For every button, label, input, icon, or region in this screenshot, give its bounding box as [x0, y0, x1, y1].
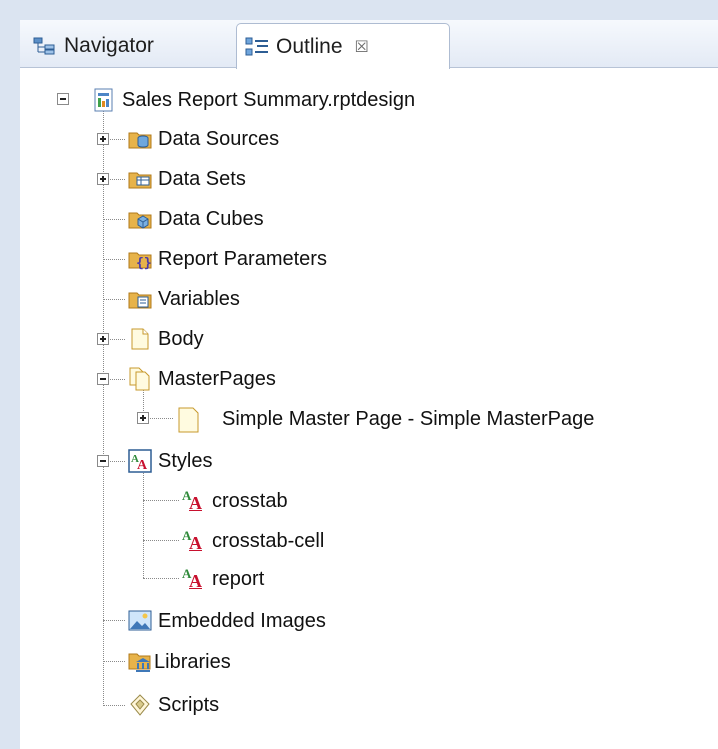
tree-item-label: crosstab-cell — [212, 529, 325, 552]
expand-toggle-body[interactable] — [97, 333, 109, 345]
variables-folder-icon — [128, 287, 152, 311]
body-icon — [128, 327, 152, 351]
tree-connector — [103, 105, 104, 706]
tree-item-style[interactable]: AA crosstab-cell — [182, 526, 324, 556]
tree-item-label: Simple Master Page - Simple MasterPage — [222, 407, 595, 430]
tree-item-label: Libraries — [154, 650, 231, 673]
tree-item-label: Report Parameters — [158, 247, 327, 270]
outline-tree: Sales Report Summary.rptdesign Data Sour… — [0, 0, 718, 749]
tree-connector — [103, 620, 125, 621]
data-sources-folder-icon — [128, 127, 152, 151]
collapse-toggle-styles[interactable] — [97, 455, 109, 467]
tree-item-variables[interactable]: Variables — [128, 284, 240, 314]
tree-item-label: Data Sources — [158, 127, 280, 150]
tree-connector — [103, 299, 125, 300]
tree-connector — [103, 705, 125, 706]
expand-toggle-simple-master-page[interactable] — [137, 412, 149, 424]
tree-item-label: Data Sets — [158, 167, 246, 190]
tree-item-data-sources[interactable]: Data Sources — [128, 124, 279, 154]
tree-item-label: report — [212, 567, 265, 590]
style-icon: AA — [182, 488, 202, 513]
tree-item-label: Sales Report Summary.rptdesign — [122, 88, 416, 111]
tree-item-data-sets[interactable]: Data Sets — [128, 164, 246, 194]
tree-item-styles[interactable]: A A Styles — [128, 446, 212, 476]
tree-connector — [143, 500, 179, 501]
tree-item-report-parameters[interactable]: {} Report Parameters — [128, 244, 327, 274]
svg-text:{}: {} — [136, 256, 152, 271]
tree-item-label: Styles — [158, 449, 213, 472]
expand-toggle-data-sources[interactable] — [97, 133, 109, 145]
tree-item-label: crosstab — [212, 489, 288, 512]
tree-connector — [103, 661, 125, 662]
tree-connector — [103, 219, 125, 220]
report-parameters-folder-icon: {} — [128, 247, 152, 271]
tree-item-embedded-images[interactable]: Embedded Images — [128, 606, 326, 636]
tree-item-label: Embedded Images — [158, 609, 326, 632]
tree-item-style[interactable]: AA crosstab — [182, 486, 288, 516]
tree-item-label: Scripts — [158, 693, 220, 716]
tree-item-label: Variables — [158, 287, 240, 310]
tree-item-style[interactable]: AA report — [182, 564, 264, 594]
tree-item-label: Data Cubes — [158, 207, 264, 230]
styles-icon: A A — [128, 449, 152, 473]
tree-item-data-cubes[interactable]: Data Cubes — [128, 204, 264, 234]
collapse-toggle-root[interactable] — [57, 93, 69, 105]
style-icon: AA — [182, 528, 202, 553]
tree-item-scripts[interactable]: Scripts — [128, 690, 219, 720]
tree-item-libraries[interactable]: Libraries — [128, 647, 231, 677]
tree-connector — [143, 578, 179, 579]
master-page-icon — [176, 407, 200, 433]
libraries-icon — [128, 650, 152, 674]
tree-connector — [143, 540, 179, 541]
tree-item-label: Body — [158, 327, 204, 350]
collapse-toggle-master-pages[interactable] — [97, 373, 109, 385]
tree-item-body[interactable]: Body — [128, 324, 204, 354]
scripts-icon — [128, 693, 152, 717]
report-design-icon — [92, 88, 116, 112]
style-icon: AA — [182, 566, 202, 591]
master-pages-icon — [128, 367, 152, 391]
tree-item-master-pages[interactable]: MasterPages — [128, 364, 276, 394]
data-cubes-folder-icon — [128, 207, 152, 231]
tree-item-root[interactable]: Sales Report Summary.rptdesign — [92, 85, 415, 115]
tree-connector — [143, 470, 144, 578]
tree-item-simple-master-page[interactable]: Simple Master Page - Simple MasterPage — [176, 404, 594, 434]
expand-toggle-data-sets[interactable] — [97, 173, 109, 185]
tree-connector — [103, 259, 125, 260]
data-sets-folder-icon — [128, 167, 152, 191]
svg-text:A: A — [137, 458, 148, 473]
tree-item-label: MasterPages — [158, 367, 276, 390]
embedded-images-icon — [128, 609, 152, 633]
